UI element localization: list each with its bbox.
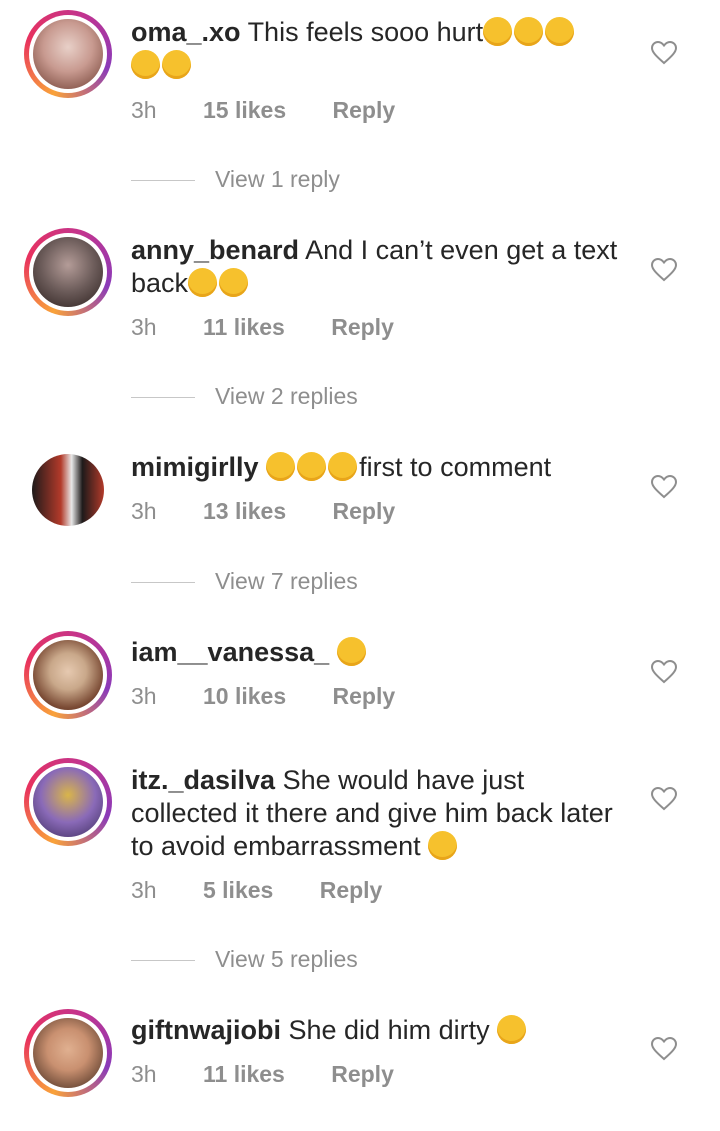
comment-meta: 3h 15 likes Reply <box>131 97 435 124</box>
relieved-face-icon <box>483 17 513 46</box>
reply-button[interactable]: Reply <box>333 498 396 524</box>
weary-face-icon <box>336 637 366 666</box>
weary-face-icon <box>219 268 249 297</box>
reply-button[interactable]: Reply <box>331 1061 394 1087</box>
tears-of-joy-face-icon <box>428 831 458 860</box>
avatar[interactable] <box>24 758 112 846</box>
reply-button[interactable]: Reply <box>333 683 396 709</box>
comment-time: 3h <box>131 683 157 709</box>
comment-time: 3h <box>131 1061 157 1087</box>
view-replies-label[interactable]: View 2 replies <box>215 383 358 409</box>
comment-time: 3h <box>131 97 157 123</box>
avatar[interactable] <box>24 1009 112 1097</box>
likes-count[interactable]: 11 likes <box>203 1061 285 1087</box>
avatar[interactable] <box>24 228 112 316</box>
comment-text: mimigirlly first to comment <box>131 451 621 484</box>
heart-outline-icon[interactable] <box>651 41 677 65</box>
reply-button[interactable]: Reply <box>333 97 396 123</box>
reply-button[interactable]: Reply <box>331 314 394 340</box>
heart-outline-icon[interactable] <box>651 1037 677 1061</box>
comment-body: This feels sooo hurt <box>247 17 484 47</box>
comment-time: 3h <box>131 498 157 524</box>
heart-outline-icon[interactable] <box>651 660 677 684</box>
view-replies-label[interactable]: View 1 reply <box>215 166 340 192</box>
comment-text: iam__vanessa_ <box>131 636 621 669</box>
comment-meta: 3h 5 likes Reply <box>131 877 422 904</box>
comment-username[interactable]: itz._dasilva <box>131 765 275 795</box>
heart-outline-icon[interactable] <box>651 258 677 282</box>
comment-text: itz._dasilva She would have just collect… <box>131 764 621 863</box>
comment-text: oma_.xo This feels sooo hurt <box>131 16 621 82</box>
tears-of-joy-face-icon <box>266 452 296 481</box>
comment-username[interactable]: anny_benard <box>131 235 299 265</box>
comment-body: first to comment <box>359 452 552 482</box>
weary-face-icon <box>188 268 218 297</box>
avatar[interactable] <box>24 446 112 534</box>
likes-count[interactable]: 11 likes <box>203 314 285 340</box>
view-replies-label[interactable]: View 5 replies <box>215 946 358 972</box>
comment-time: 3h <box>131 314 157 340</box>
likes-count[interactable]: 10 likes <box>203 683 286 709</box>
comment-username[interactable]: iam__vanessa_ <box>131 637 329 667</box>
tears-of-joy-face-icon <box>328 452 358 481</box>
avatar[interactable] <box>24 631 112 719</box>
comment-meta: 3h 10 likes Reply <box>131 683 435 710</box>
relieved-face-icon <box>162 50 191 79</box>
comment-text: giftnwajiobi She did him dirty <box>131 1014 621 1047</box>
comment-username[interactable]: giftnwajiobi <box>131 1015 281 1045</box>
avatar[interactable] <box>24 10 112 98</box>
comment-meta: 3h 13 likes Reply <box>131 498 435 525</box>
heart-outline-icon[interactable] <box>651 787 677 811</box>
view-replies[interactable]: View 7 replies <box>131 568 358 595</box>
comment-username[interactable]: mimigirlly <box>131 452 259 482</box>
relieved-face-icon <box>131 50 160 79</box>
likes-count[interactable]: 5 likes <box>203 877 273 903</box>
comment-text: anny_benard And I can’t even get a text … <box>131 234 621 300</box>
view-replies[interactable]: View 5 replies <box>131 946 358 973</box>
view-replies-label[interactable]: View 7 replies <box>215 568 358 594</box>
reply-button[interactable]: Reply <box>320 877 383 903</box>
tears-of-joy-face-icon <box>297 452 327 481</box>
comment-meta: 3h 11 likes Reply <box>131 1061 434 1088</box>
comment-time: 3h <box>131 877 157 903</box>
view-replies[interactable]: View 2 replies <box>131 383 358 410</box>
comment-username[interactable]: oma_.xo <box>131 17 241 47</box>
comment-meta: 3h 11 likes Reply <box>131 314 434 341</box>
likes-count[interactable]: 15 likes <box>203 97 286 123</box>
relieved-face-icon <box>514 17 544 46</box>
relieved-face-icon <box>545 17 575 46</box>
view-replies[interactable]: View 1 reply <box>131 166 340 193</box>
comment-body: She did him dirty <box>288 1015 490 1045</box>
crying-face-icon <box>497 1015 527 1044</box>
heart-outline-icon[interactable] <box>651 475 677 499</box>
likes-count[interactable]: 13 likes <box>203 498 286 524</box>
